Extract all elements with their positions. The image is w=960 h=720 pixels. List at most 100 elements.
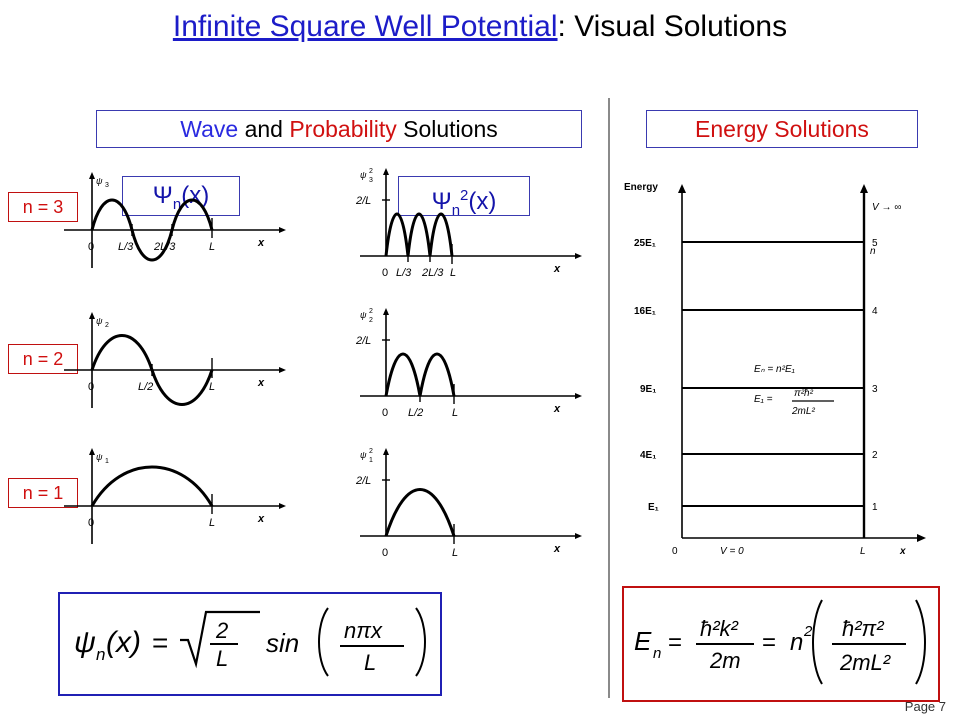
psi1-xaxis-label: x xyxy=(257,513,265,525)
n-value-2: 2 xyxy=(872,450,878,461)
energy-solutions-header: Energy Solutions xyxy=(646,110,918,148)
n-value-4: 4 xyxy=(872,306,878,317)
psi1sq-xtick-0: 0 xyxy=(382,547,388,559)
ef-coef-sup: 2 xyxy=(803,623,813,640)
ef-t2-den: 2mL² xyxy=(839,650,891,675)
psi1sq-ytick-0: 2/L xyxy=(355,475,371,487)
energy-label-2: 4E₁ xyxy=(640,450,656,461)
psi3sq-xtick-0: 0 xyxy=(382,267,388,279)
x-end-label: L xyxy=(860,546,866,557)
inside-potential-label: V = 0 xyxy=(720,546,744,557)
psi3-curve-label: ψ xyxy=(96,176,103,186)
page-number: Page 7 xyxy=(904,699,946,714)
psi3-xtick-3: L xyxy=(209,241,215,253)
psi2-xtick-2: L xyxy=(209,381,215,393)
n-value-3: 3 xyxy=(872,384,878,395)
energy-x-axis-label: x xyxy=(899,546,906,557)
psi2sq-curve-label: ψ xyxy=(360,310,367,320)
psi1sq-curve-sub: 1 xyxy=(369,457,373,464)
plot-psi-2: ψ 2 0 L/2 L x xyxy=(64,312,286,408)
wave-and: and xyxy=(238,116,290,142)
wall-potential-label: V → ∞ xyxy=(872,202,901,213)
column-divider xyxy=(608,98,610,698)
wf-frac-num: nπx xyxy=(344,618,383,643)
probability-word: Probability xyxy=(289,116,397,142)
plot-psi-1-squared: ψ 1 2 2/L 0 L x xyxy=(355,448,582,559)
psi3sq-curve-sub: 3 xyxy=(369,177,373,184)
wf-sqrt-num: 2 xyxy=(215,618,228,643)
psi2sq-xtick-0: 0 xyxy=(382,407,388,419)
psi3sq-xtick-1: L/3 xyxy=(396,267,412,279)
ef-lhs-sub: n xyxy=(653,645,661,662)
plot-psi-3: ψ 3 0 L/3 2L/3 L x xyxy=(64,172,286,268)
plot-psi-3-squared: ψ 3 2 2/L 0 L/3 2L/3 L x xyxy=(355,168,582,279)
energy-label-3: 9E₁ xyxy=(640,384,656,395)
psi1sq-xaxis-label: x xyxy=(553,543,561,555)
psi1-xtick-0: 0 xyxy=(88,517,94,529)
psi1-curve-sub: 1 xyxy=(105,458,109,465)
psi3-xtick-1: L/3 xyxy=(118,241,134,253)
psi2-xaxis-label: x xyxy=(257,377,265,389)
page-title-underlined: Infinite Square Well Potential xyxy=(172,10,558,43)
psi3sq-curve-label: ψ xyxy=(360,170,367,180)
energy-label-1: E₁ xyxy=(648,502,659,513)
energy-formula-box: E n = ħ²k² 2m = n 2 ħ²π² 2mL² xyxy=(622,586,940,702)
inset-formula-den: 2mL² xyxy=(791,406,815,417)
psi2-xtick-0: 0 xyxy=(88,381,94,393)
wave-word: Wave xyxy=(180,116,239,142)
energy-axis-label: Energy xyxy=(624,182,658,193)
psi3sq-xtick-3: L xyxy=(450,267,456,279)
wf-sqrt-den: L xyxy=(216,646,228,671)
ef-t1-num: ħ²k² xyxy=(700,616,739,641)
wf-frac-den: L xyxy=(364,650,376,675)
psi3-curve-sub: 3 xyxy=(105,182,109,189)
page-title: Infinite Square Well Potential: Visual S… xyxy=(0,10,960,44)
wf-lhs-arg: (x) xyxy=(106,626,141,659)
wf-lhs: ψ xyxy=(74,626,96,659)
inset-formula-num: π²ħ² xyxy=(794,388,814,399)
wavefunction-formula: ψ n (x) = 2 L sin nπx L xyxy=(74,607,426,677)
psi3-xtick-0: 0 xyxy=(88,241,94,253)
wave-solutions-header: Wave and Probability Solutions xyxy=(96,110,582,148)
psi1sq-xtick-1: L xyxy=(452,547,458,559)
plot-psi-1: ψ 1 0 L x xyxy=(64,448,286,544)
ef-t1-den: 2m xyxy=(709,648,741,673)
psi2sq-curve-sub: 2 xyxy=(369,317,373,324)
psi1sq-curve-label: ψ xyxy=(360,450,367,460)
psi2sq-xtick-2: L xyxy=(452,407,458,419)
psi3-xtick-2: 2L/3 xyxy=(153,241,176,253)
psi3-xaxis-label: x xyxy=(257,237,265,249)
psi2sq-ytick-0: 2/L xyxy=(355,335,371,347)
psi2-curve-label: ψ xyxy=(96,316,103,326)
energy-level-diagram: Energy V → ∞ n 25E₁ 5 16E₁ 4 9E₁ 3 4E₁ 2… xyxy=(624,182,926,557)
wave-tail: Solutions xyxy=(396,116,498,142)
psi2sq-xtick-1: L/2 xyxy=(408,407,423,419)
psi2-xtick-1: L/2 xyxy=(138,381,153,393)
inset-formula-lhs: E₁ = xyxy=(754,394,773,405)
energy-label-5: 25E₁ xyxy=(634,238,656,249)
ef-lhs: E xyxy=(634,626,652,656)
ef-t2-num: ħ²π² xyxy=(842,616,884,641)
psi2-curve-sub: 2 xyxy=(105,322,109,329)
wf-lhs-sub: n xyxy=(96,645,105,664)
wf-equals: = xyxy=(152,627,168,658)
energy-formula: E n = ħ²k² 2m = n 2 ħ²π² 2mL² xyxy=(634,599,926,685)
x-origin-label: 0 xyxy=(672,546,678,557)
ef-equals2: = xyxy=(762,629,776,656)
psi2sq-xaxis-label: x xyxy=(553,403,561,415)
psi1sq-curve-sup: 2 xyxy=(369,448,373,455)
psi1-xtick-1: L xyxy=(209,517,215,529)
psi3sq-xaxis-label: x xyxy=(553,263,561,275)
psi2sq-curve-sup: 2 xyxy=(369,308,373,315)
psi3sq-ytick-0: 2/L xyxy=(355,195,371,207)
wavefunction-formula-box: ψ n (x) = 2 L sin nπx L xyxy=(58,592,442,696)
page-title-rest: : Visual Solutions xyxy=(557,10,788,43)
ef-coef: n xyxy=(790,629,803,656)
ef-equals: = xyxy=(668,629,682,656)
n-value-5: 5 xyxy=(872,238,878,249)
n-value-1: 1 xyxy=(872,502,878,513)
energy-label-4: 16E₁ xyxy=(634,306,656,317)
inset-formula-line1: Eₙ = n²E₁ xyxy=(754,364,795,375)
plot-psi-2-squared: ψ 2 2 2/L 0 L/2 L x xyxy=(355,308,582,419)
wf-sin: sin xyxy=(266,628,299,658)
